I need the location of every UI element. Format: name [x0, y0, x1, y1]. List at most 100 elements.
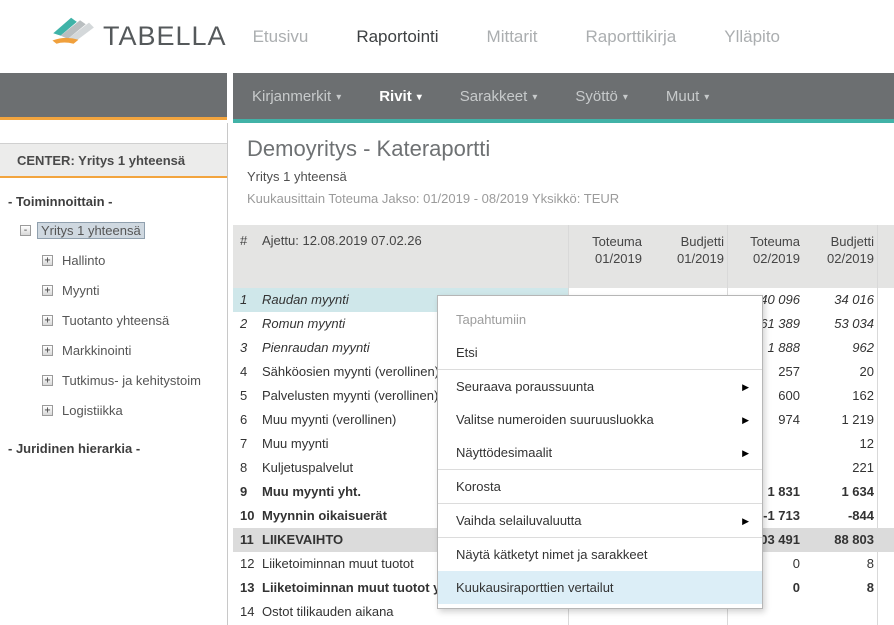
- row-value: 1 634: [803, 480, 877, 504]
- menu-item-etsi[interactable]: Etsi: [438, 336, 762, 369]
- row-value: 88 803: [803, 528, 877, 552]
- context-menu: TapahtumiinEtsiSeuraava poraussuunta▶Val…: [437, 295, 763, 609]
- row-number: 8: [233, 456, 262, 480]
- tree-item-logistiikka[interactable]: + Logistiikka: [0, 402, 227, 419]
- row-number: 12: [233, 552, 262, 576]
- menu-item-näytä-kätketyt-nimet-ja-sarakkeet[interactable]: Näytä kätketyt nimet ja sarakkeet: [438, 538, 762, 571]
- column-header-budjetti-02-2019: Budjetti02/2019: [803, 225, 877, 288]
- row-number: 4: [233, 360, 262, 384]
- tree-item-tuotanto-yhteensä[interactable]: +Tuotanto yhteensä: [0, 312, 227, 329]
- expand-icon[interactable]: +: [42, 345, 53, 356]
- row-value: [803, 600, 877, 624]
- tree-item-label: Tutkimus- ja kehitystoim: [59, 372, 204, 389]
- toolbar-menu-syöttö[interactable]: Syöttö▾: [575, 88, 628, 105]
- row-number: 7: [233, 432, 262, 456]
- center-selection-box: CENTER: Yritys 1 yhteensä: [0, 143, 227, 178]
- row-number: 10: [233, 504, 262, 528]
- row-value: 34 016: [803, 288, 877, 312]
- menu-item-vaihda-selailuvaluutta[interactable]: Vaihda selailuvaluutta▶: [438, 504, 762, 537]
- menu-item-seuraava-poraussuunta[interactable]: Seuraava poraussuunta▶: [438, 370, 762, 403]
- menu-item-kuukausiraporttien-vertailut[interactable]: Kuukausiraporttien vertailut: [438, 571, 762, 604]
- column-header-line1: Budjetti: [803, 233, 874, 250]
- center-selection-label: CENTER: Yritys 1 yhteensä: [17, 153, 185, 168]
- row-value: 8: [803, 576, 877, 600]
- report-subtitle: Yritys 1 yhteensä: [247, 169, 347, 184]
- row-value: 20: [803, 360, 877, 384]
- nav-item-ylläpito[interactable]: Ylläpito: [700, 27, 804, 47]
- section-title-toiminnoittain: - Toiminnoittain -: [8, 194, 227, 209]
- sidebar-top-band: [0, 73, 227, 120]
- chevron-down-icon: ▾: [417, 92, 422, 103]
- run-timestamp: Ajettu: 12.08.2019 07.02.26: [262, 225, 568, 288]
- value-column-headers: Toteuma01/2019Budjetti01/2019Toteuma02/2…: [568, 225, 877, 288]
- tree-item-label: Hallinto: [59, 252, 108, 269]
- row-value: 221: [803, 456, 877, 480]
- sidebar: CENTER: Yritys 1 yhteensä - Toiminnoitta…: [0, 123, 228, 625]
- row-number: 11: [233, 528, 262, 552]
- row-number: 3: [233, 336, 262, 360]
- toolbar-menu-kirjanmerkit[interactable]: Kirjanmerkit▾: [252, 88, 341, 105]
- column-header-line1: Toteuma: [727, 233, 800, 250]
- submenu-arrow-icon: ▶: [742, 404, 749, 437]
- tree-item-hallinto[interactable]: + Hallinto: [0, 252, 227, 269]
- tree-item-label: Myynti: [59, 282, 103, 299]
- top-navigation: EtusivuRaportointiMittaritRaporttikirjaY…: [229, 27, 804, 47]
- toolbar-menu-sarakkeet[interactable]: Sarakkeet▾: [460, 88, 538, 105]
- chevron-down-icon: ▾: [336, 92, 341, 103]
- tree-item-label: Logistiikka: [59, 402, 126, 419]
- row-value: -844: [803, 504, 877, 528]
- expand-icon[interactable]: +: [42, 375, 53, 386]
- row-number: 5: [233, 384, 262, 408]
- nav-item-raportointi[interactable]: Raportointi: [332, 27, 462, 47]
- section-title-juridinen-hierarkia: - Juridinen hierarkia -: [8, 441, 227, 456]
- row-value: 162: [803, 384, 877, 408]
- column-header-line2: 02/2019: [727, 250, 800, 267]
- row-value: 8: [803, 552, 877, 576]
- column-header-line2: 02/2019: [803, 250, 874, 267]
- menu-item-tapahtumiin: Tapahtumiin: [438, 303, 762, 336]
- report-title: Demoyritys - Kateraportti: [247, 136, 490, 162]
- tree-item-label: Markkinointi: [59, 342, 134, 359]
- top-bar: TABELLA EtusivuRaportointiMittaritRaport…: [0, 0, 894, 73]
- row-number: 1: [233, 288, 262, 312]
- hash-column-header: #: [233, 225, 262, 288]
- menu-item-valitse-numeroiden-suuruusluokka[interactable]: Valitse numeroiden suuruusluokka▶: [438, 403, 762, 436]
- tree-item-tutkimus-ja-kehitystoim[interactable]: + Tutkimus- ja kehitystoim: [0, 372, 227, 389]
- collapse-icon[interactable]: -: [20, 225, 31, 236]
- row-number: 14: [233, 600, 262, 624]
- column-header-line2: 01/2019: [568, 250, 642, 267]
- tree-item-markkinointi[interactable]: + Markkinointi: [0, 342, 227, 359]
- expand-icon[interactable]: +: [42, 315, 53, 326]
- nav-item-etusivu[interactable]: Etusivu: [229, 27, 333, 47]
- tabella-logo[interactable]: TABELLA: [50, 13, 227, 60]
- toolbar-menu-rivit[interactable]: Rivit▾: [379, 88, 422, 105]
- hierarchy-tree: -Yritys 1 yhteensä + Hallinto + Myynti +Tuota…: [0, 222, 227, 419]
- tree-item-yritys-1-yhteensä[interactable]: -Yritys 1 yhteensä: [0, 222, 227, 239]
- menu-item-korosta[interactable]: Korosta: [438, 470, 762, 503]
- tree-item-label: Yritys 1 yhteensä: [37, 222, 145, 239]
- brand-name: TABELLA: [103, 21, 227, 52]
- expand-icon[interactable]: +: [42, 285, 53, 296]
- chevron-down-icon: ▾: [623, 92, 628, 103]
- report-toolbar: Kirjanmerkit▾ Rivit▾ Sarakkeet▾ Syöttö▾ Muut…: [233, 73, 894, 123]
- row-value: 12: [803, 432, 877, 456]
- column-header-toteuma-01-2019: Toteuma01/2019: [568, 225, 645, 288]
- row-number: 9: [233, 480, 262, 504]
- nav-item-mittarit[interactable]: Mittarit: [463, 27, 562, 47]
- row-value: 962: [803, 336, 877, 360]
- column-header-line1: Toteuma: [568, 233, 642, 250]
- expand-icon[interactable]: +: [42, 405, 53, 416]
- chevron-down-icon: ▾: [704, 92, 709, 103]
- column-header-line2: 01/2019: [645, 250, 724, 267]
- column-header-budjetti-01-2019: Budjetti01/2019: [645, 225, 727, 288]
- expand-icon[interactable]: +: [42, 255, 53, 266]
- nav-item-raporttikirja[interactable]: Raporttikirja: [562, 27, 701, 47]
- submenu-arrow-icon: ▶: [742, 505, 749, 538]
- report-meta: Kuukausittain Toteuma Jakso: 01/2019 - 0…: [247, 191, 619, 206]
- toolbar-menu-muut[interactable]: Muut▾: [666, 88, 709, 105]
- chevron-down-icon: ▾: [532, 92, 537, 103]
- row-value: 1 219: [803, 408, 877, 432]
- tree-item-myynti[interactable]: + Myynti: [0, 282, 227, 299]
- tabella-logo-icon: [50, 13, 102, 60]
- menu-item-näyttödesimaalit[interactable]: Näyttödesimaalit▶: [438, 436, 762, 469]
